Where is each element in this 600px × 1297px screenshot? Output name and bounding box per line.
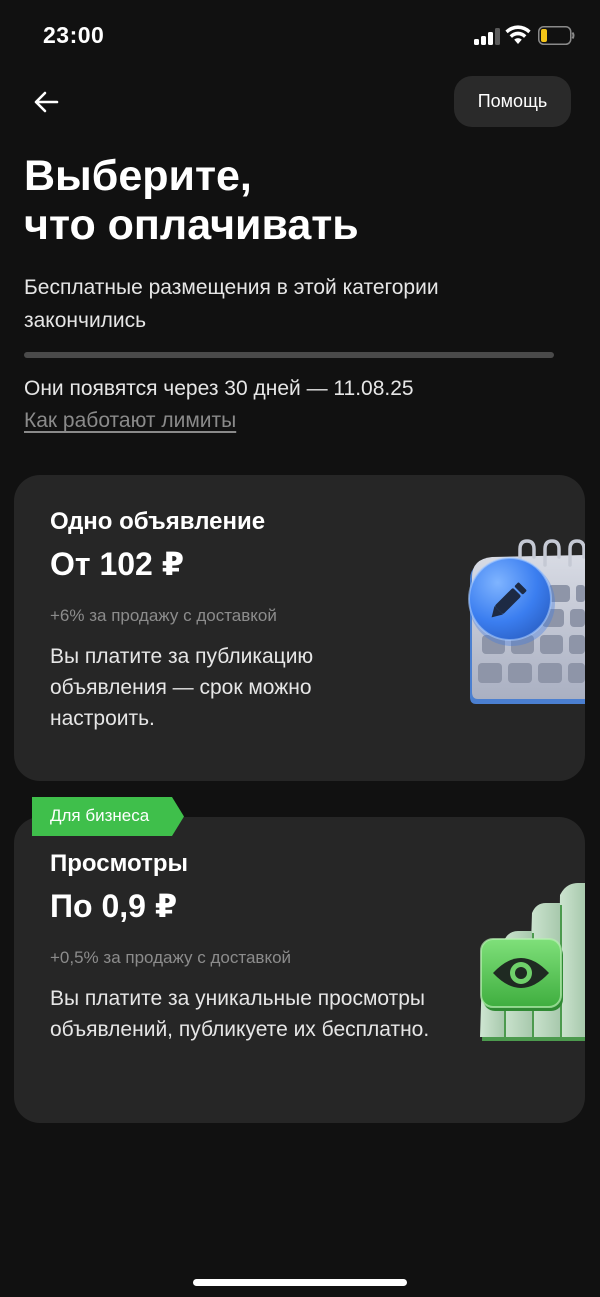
card-description: Вы платите за уникальные просмотры объяв… xyxy=(50,987,430,1041)
arrow-left-icon xyxy=(34,91,59,113)
page-title-line-1: Выберите, xyxy=(24,152,252,200)
help-button[interactable]: Помощь xyxy=(454,76,571,127)
back-button[interactable] xyxy=(26,82,66,122)
bar-chart-eye-icon xyxy=(462,879,585,1049)
status-bar: 23:00 xyxy=(0,0,600,70)
card-description: Вы платите за публикацию объявления — ср… xyxy=(50,645,314,730)
calendar-pencil-icon xyxy=(464,539,585,709)
limits-help-link[interactable]: Как работают лимиты xyxy=(24,409,236,433)
wifi-icon xyxy=(505,24,531,46)
business-badge-label: Для бизнеса xyxy=(50,806,150,825)
card-title: Просмотры xyxy=(50,850,189,877)
card-fee: +6% за продажу с доставкой xyxy=(50,606,277,625)
card-fee: +0,5% за продажу с доставкой xyxy=(50,948,292,967)
page-title: Выберите, что оплачивать xyxy=(24,152,564,250)
page-subtitle: Бесплатные размещения в этой категории з… xyxy=(24,276,439,332)
card-price: От 102 ₽ xyxy=(50,546,184,582)
page-title-line-2: что оплачивать xyxy=(24,201,359,249)
limit-info-text: Они появятся через 30 дней — 11.08.25 xyxy=(24,377,414,400)
cellular-signal-icon xyxy=(474,27,502,45)
card-price: По 0,9 ₽ xyxy=(50,888,178,924)
card-title: Одно объявление xyxy=(50,508,266,535)
business-badge: Для бизнеса xyxy=(32,797,184,836)
battery-icon xyxy=(538,26,575,45)
home-indicator[interactable] xyxy=(193,1279,407,1286)
views-option-card[interactable]: Просмотры По 0,9 ₽ +0,5% за продажу с до… xyxy=(14,817,585,1123)
status-time: 23:00 xyxy=(43,22,105,48)
single-listing-option-card[interactable]: Одно объявление От 102 ₽ +6% за продажу … xyxy=(14,475,585,781)
limit-progress-bar xyxy=(24,352,554,358)
limit-progress-fill xyxy=(24,352,554,358)
